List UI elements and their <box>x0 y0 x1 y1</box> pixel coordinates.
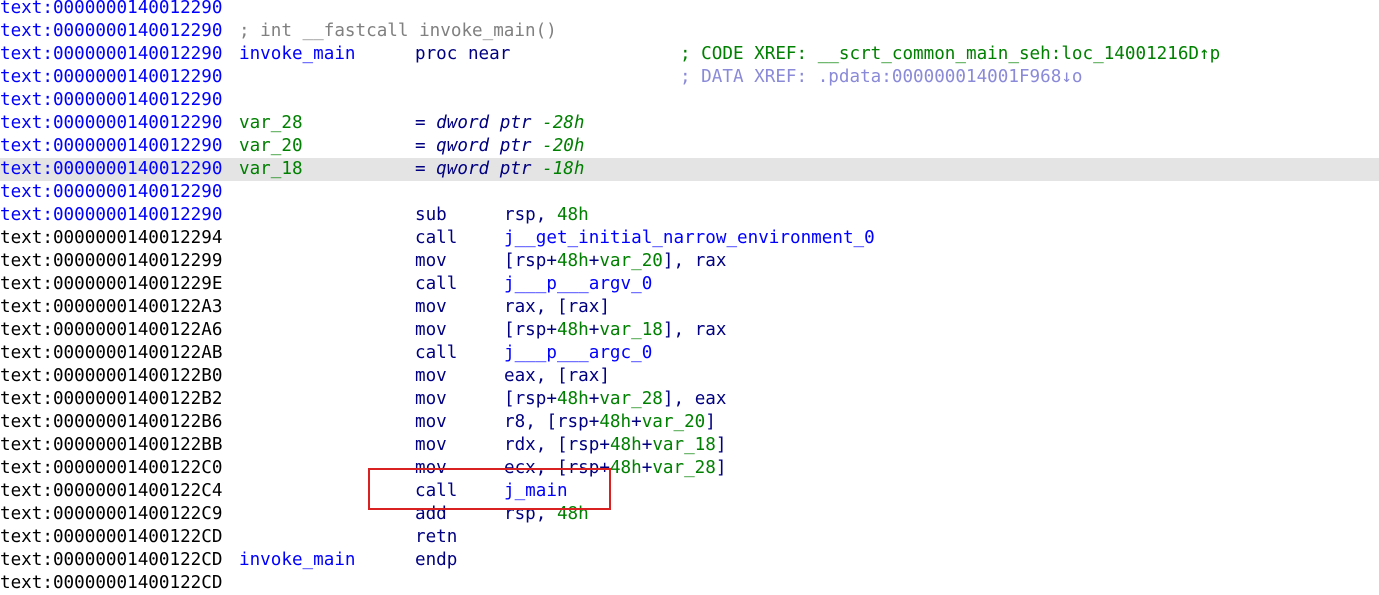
listing-line[interactable]: text:0000000140012290 <box>0 181 1379 204</box>
line-address: text:00000001400122A6 <box>0 320 223 340</box>
listing-line[interactable]: text:00000001400122C9 add rsp, 48h <box>0 503 1379 526</box>
line-address: text:00000001400122A3 <box>0 297 223 317</box>
line-address: text:0000000140012290 <box>0 159 223 179</box>
line-address: text:0000000140012290 <box>0 182 223 202</box>
instruction-mnemonic[interactable]: mov <box>415 250 447 273</box>
stack-variable-label[interactable]: var_28 <box>239 112 303 135</box>
instruction-mnemonic[interactable]: proc near <box>415 43 510 66</box>
instruction-operands[interactable]: j___p___argv_0 <box>504 273 652 296</box>
instruction-operands[interactable]: [rsp+48h+var_28], eax <box>504 388 726 411</box>
line-address: text:0000000140012290 <box>0 21 223 41</box>
function-name-label[interactable]: invoke_main <box>239 43 356 66</box>
instruction-operands[interactable]: ecx, [rsp+48h+var_28] <box>504 457 726 480</box>
line-address: text:00000001400122BB <box>0 435 223 455</box>
instruction-mnemonic[interactable]: call <box>415 273 457 296</box>
instruction-operands[interactable]: [rsp+48h+var_20], rax <box>504 250 726 273</box>
instruction-mnemonic[interactable]: endp <box>415 549 457 572</box>
line-address: text:0000000140012290 <box>0 44 223 64</box>
instruction-operands[interactable]: j___p___argc_0 <box>504 342 652 365</box>
line-address: text:00000001400122B6 <box>0 412 223 432</box>
line-address: text:00000001400122CD <box>0 550 223 570</box>
line-address: text:00000001400122B0 <box>0 366 223 386</box>
function-signature-comment: ; int __fastcall invoke_main() <box>239 21 557 41</box>
instruction-operands[interactable]: j__get_initial_narrow_environment_0 <box>504 227 875 250</box>
listing-line[interactable]: text:00000001400122A6 mov [rsp+48h+var_18]… <box>0 319 1379 342</box>
instruction-mnemonic[interactable]: sub <box>415 204 447 227</box>
instruction-mnemonic[interactable]: mov <box>415 319 447 342</box>
line-address: text:0000000140012290 <box>0 0 223 18</box>
instruction-mnemonic[interactable]: mov <box>415 296 447 319</box>
instruction-mnemonic[interactable]: mov <box>415 457 447 480</box>
instruction-operands[interactable]: rsp, 48h <box>504 503 589 526</box>
instruction-operands[interactable]: rdx, [rsp+48h+var_18] <box>504 434 726 457</box>
instruction-operands[interactable]: j_main <box>504 480 568 503</box>
listing-line[interactable]: text:0000000140012290 <box>0 89 1379 112</box>
disassembly-listing[interactable]: text:0000000140012290 text:00000001400122… <box>0 0 1379 595</box>
line-address: text:000000014001229E <box>0 274 223 294</box>
listing-line[interactable]: text:00000001400122B0 mov eax, [rax] <box>0 365 1379 388</box>
instruction-operands[interactable]: rsp, 48h <box>504 204 589 227</box>
line-address: text:00000001400122C0 <box>0 458 223 478</box>
listing-line[interactable]: text:0000000140012290 var_18 = qword ptr -… <box>0 158 1379 181</box>
instruction-mnemonic[interactable]: mov <box>415 388 447 411</box>
line-address: text:00000001400122AB <box>0 343 223 363</box>
data-xref-comment[interactable]: ; DATA XREF: .pdata:000000014001F968↓o <box>680 66 1083 89</box>
line-address: text:00000001400122CD <box>0 527 223 547</box>
line-address: text:00000001400122C4 <box>0 481 223 501</box>
instruction-mnemonic[interactable]: call <box>415 342 457 365</box>
listing-line[interactable]: text:0000000140012294 call j__get_initial_… <box>0 227 1379 250</box>
instruction-mnemonic[interactable]: = dword ptr -28h <box>415 112 584 135</box>
line-address: text:00000001400122B2 <box>0 389 223 409</box>
listing-line[interactable]: text:00000001400122CD invoke_main endp <box>0 549 1379 572</box>
line-address: text:0000000140012299 <box>0 251 223 271</box>
line-address: text:0000000140012290 <box>0 113 223 133</box>
stack-variable-label[interactable]: var_20 <box>239 135 303 158</box>
code-xref-comment[interactable]: ; CODE XREF: __scrt_common_main_seh:loc_… <box>680 43 1220 66</box>
line-address: text:0000000140012290 <box>0 90 223 110</box>
listing-line[interactable]: text:0000000140012290 <box>0 0 1379 20</box>
line-address: text:0000000140012290 <box>0 67 223 87</box>
line-address: text:0000000140012290 <box>0 205 223 225</box>
instruction-mnemonic[interactable]: retn <box>415 526 457 549</box>
listing-line[interactable]: text:000000014001229E call j___p___argv_0 <box>0 273 1379 296</box>
instruction-mnemonic[interactable]: call <box>415 227 457 250</box>
listing-line[interactable]: text:00000001400122CD retn <box>0 526 1379 549</box>
listing-line[interactable]: text:0000000140012290 ; DATA XREF: .pdata… <box>0 66 1379 89</box>
listing-line[interactable]: text:00000001400122BB mov rdx, [rsp+48h+va… <box>0 434 1379 457</box>
listing-line[interactable]: text:00000001400122A3 mov rax, [rax] <box>0 296 1379 319</box>
listing-line[interactable]: text:00000001400122AB call j___p___argc_0 <box>0 342 1379 365</box>
function-name-label[interactable]: invoke_main <box>239 549 356 572</box>
instruction-mnemonic[interactable]: add <box>415 503 447 526</box>
listing-line[interactable]: text:00000001400122C4 call j_main <box>0 480 1379 503</box>
instruction-mnemonic[interactable]: = qword ptr -18h <box>415 158 584 181</box>
instruction-operands[interactable]: eax, [rax] <box>504 365 610 388</box>
instruction-mnemonic[interactable]: = qword ptr -20h <box>415 135 584 158</box>
listing-line[interactable]: text:00000001400122C0 mov ecx, [rsp+48h+va… <box>0 457 1379 480</box>
instruction-operands[interactable]: rax, [rax] <box>504 296 610 319</box>
listing-line[interactable]: text:0000000140012290 var_28 = dword ptr -… <box>0 112 1379 135</box>
instruction-operands[interactable]: r8, [rsp+48h+var_20] <box>504 411 716 434</box>
stack-variable-label[interactable]: var_18 <box>239 158 303 181</box>
instruction-mnemonic[interactable]: call <box>415 480 457 503</box>
line-address: text:00000001400122C9 <box>0 504 223 524</box>
instruction-mnemonic[interactable]: mov <box>415 365 447 388</box>
listing-line[interactable]: text:0000000140012290 sub rsp, 48h <box>0 204 1379 227</box>
instruction-mnemonic[interactable]: mov <box>415 411 447 434</box>
listing-line[interactable]: text:00000001400122B2 mov [rsp+48h+var_28]… <box>0 388 1379 411</box>
listing-line[interactable]: text:00000001400122B6 mov r8, [rsp+48h+var… <box>0 411 1379 434</box>
listing-line[interactable]: text:0000000140012290 invoke_main proc nea… <box>0 43 1379 66</box>
listing-line[interactable]: text:0000000140012290 var_20 = qword ptr -… <box>0 135 1379 158</box>
listing-line[interactable]: text:0000000140012290 ; int __fastcall in… <box>0 20 1379 43</box>
instruction-mnemonic[interactable]: mov <box>415 434 447 457</box>
listing-line[interactable]: text:0000000140012299 mov [rsp+48h+var_20]… <box>0 250 1379 273</box>
line-address: text:0000000140012290 <box>0 136 223 156</box>
line-address: text:0000000140012294 <box>0 228 223 248</box>
instruction-operands[interactable]: [rsp+48h+var_18], rax <box>504 319 726 342</box>
